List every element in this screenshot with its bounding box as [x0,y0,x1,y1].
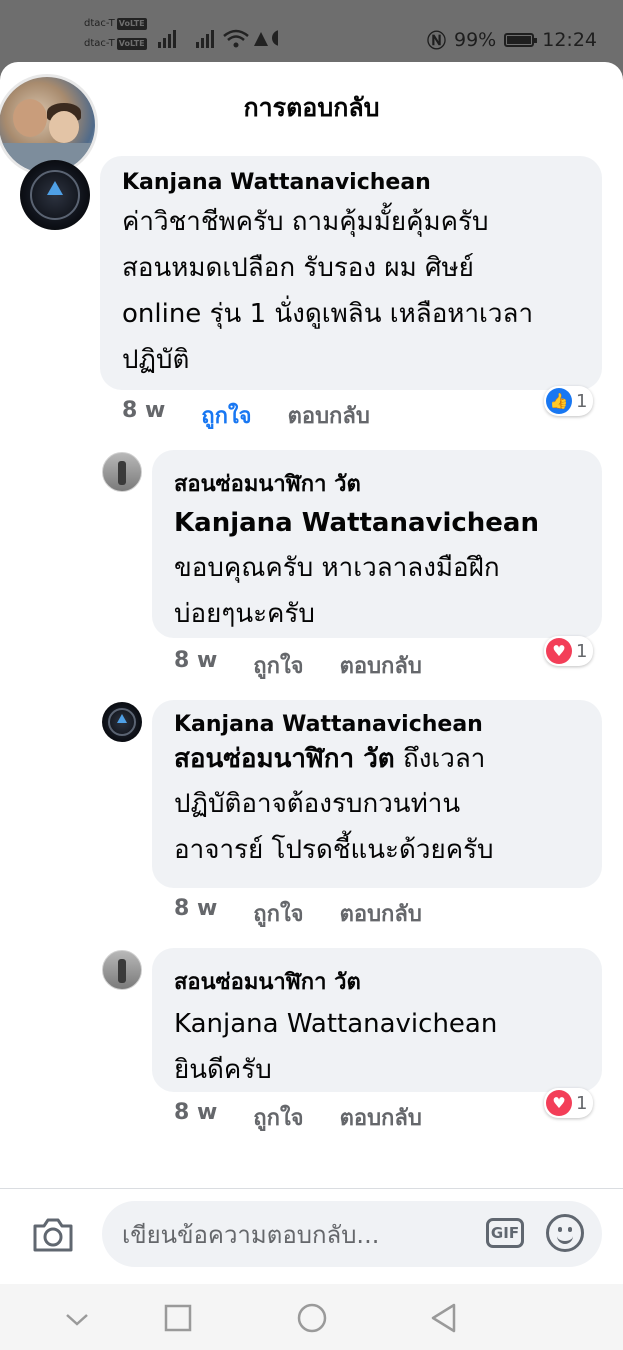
comment-author[interactable]: สอนซ่อมนาฬิกา วัต [174,466,580,501]
comment-line: บ่อยๆนะครับ [174,599,315,629]
reaction-badge[interactable]: ♥ 1 [544,636,594,666]
comment-author[interactable]: Kanjana Wattanavichean [122,170,580,195]
reply-button[interactable]: ตอบกลับ [288,398,370,433]
reply-input-wrapper: GIF [102,1201,602,1267]
comment-line: ยินดีครับ [174,1055,272,1085]
comment-line: online รุ่น 1 นั่งดูเพลิน เหลือหาเวลา [122,299,534,329]
clock: 12:24 [542,28,597,51]
signal-area: dtac-T VoLTE dtac-T VoLTE [84,18,304,58]
chevron-down-icon[interactable] [64,1312,90,1328]
comment-mention[interactable]: สอนซ่อมนาฬิกา วัต [174,744,395,774]
comment-actions: 8 w ถูกใจ ตอบกลับ [174,896,422,931]
replies-sheet: การตอบกลับ Kanjana Wattanavichean ค่าวิช… [0,62,623,1350]
gif-button[interactable]: GIF [486,1218,524,1248]
camera-icon[interactable] [32,1217,74,1253]
comment-actions: 8 w ถูกใจ ตอบกลับ [174,1100,422,1135]
like-button[interactable]: ถูกใจ [253,896,303,931]
back-icon[interactable] [428,1302,458,1334]
carrier-label-1: dtac-T VoLTE [84,18,147,30]
reply-composer: GIF [0,1188,623,1285]
comment-actions: 8 w ถูกใจ ตอบกลับ [122,398,370,433]
reaction-count: 1 [576,1092,588,1114]
recent-apps-icon[interactable] [164,1304,192,1332]
comment-time: 8 w [174,896,218,921]
comment-line: ปฏิบัติอาจต้องรบกวนท่าน [174,789,461,819]
like-button[interactable]: ถูกใจ [253,1100,303,1135]
avatar[interactable] [102,950,142,990]
emoji-icon[interactable] [546,1214,584,1252]
comment-time: 8 w [122,398,166,423]
carrier-label-2: dtac-T VoLTE [84,38,147,50]
comment-line: ปฏิบัติ [122,345,190,375]
reaction-badge[interactable]: ♥ 1 [544,1088,594,1118]
comment-bubble: สอนซ่อมนาฬิกา วัต Kanjana Wattanavichean… [152,450,602,638]
comment-line: อาจารย์ โปรดชี้แนะด้วยครับ [174,835,494,865]
avatar[interactable] [102,702,142,742]
comment-line: ค่าวิชาชีพครับ ถามคุ้มมั้ยคุ้มครับ [122,207,489,237]
comment-author[interactable]: สอนซ่อมนาฬิกา วัต [174,964,580,999]
like-icon: 👍 [546,388,572,414]
comment-time: 8 w [174,1100,218,1125]
battery-icon [504,32,538,47]
reply-button[interactable]: ตอบกลับ [340,648,422,683]
like-button[interactable]: ถูกใจ [253,648,303,683]
comment-time: 8 w [174,648,218,673]
comment-actions: 8 w ถูกใจ ตอบกลับ [174,648,422,683]
heart-icon: ♥ [546,638,572,664]
nfc-icon: Ⓝ [426,30,446,52]
like-button[interactable]: ถูกใจ [201,398,251,433]
reply-button[interactable]: ตอบกลับ [340,896,422,931]
comment-mention[interactable]: Kanjana Wattanavichean [174,501,580,545]
android-nav-bar [0,1284,623,1350]
heart-icon: ♥ [546,1090,572,1116]
signal-wifi-icons [158,29,278,48]
reply-input[interactable] [120,1215,464,1255]
status-bar: dtac-T VoLTE dtac-T VoLTE Ⓝ 99% 12:24 [0,0,623,64]
battery-percent: 99% [454,28,497,51]
home-icon[interactable] [296,1302,328,1334]
comment-line: ขอบคุณครับ หาเวลาลงมือฝึก [174,553,500,583]
comment-line: สอนซ่อมนาฬิกา วัต ถึงเวลา [174,744,486,774]
reply-button[interactable]: ตอบกลับ [340,1100,422,1135]
comment-bubble: สอนซ่อมนาฬิกา วัต Kanjana Wattanavichean… [152,948,602,1092]
reaction-badge[interactable]: 👍 1 [544,386,594,416]
reaction-count: 1 [576,640,588,662]
comment-bubble: Kanjana Wattanavichean สอนซ่อมนาฬิกา วัต… [152,700,602,888]
comment-bubble: Kanjana Wattanavichean ค่าวิชาชีพครับ ถา… [100,156,602,390]
status-right: Ⓝ 99% 12:24 [427,26,597,53]
comment-line: สอนหมดเปลือก รับรอง ผม ศิษย์ [122,253,474,283]
avatar[interactable] [20,160,90,230]
comment-author[interactable]: Kanjana Wattanavichean [174,712,580,737]
avatar[interactable] [102,452,142,492]
reaction-count: 1 [576,390,588,412]
comment-line: Kanjana Wattanavichean [174,1009,498,1039]
